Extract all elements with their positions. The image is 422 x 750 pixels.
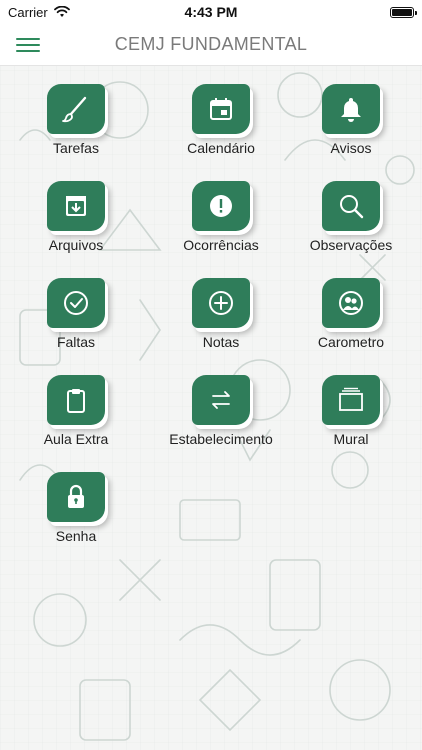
menu-tile-ocorrencias[interactable]: Ocorrências	[141, 163, 301, 253]
wifi-icon	[53, 6, 70, 17]
menu-tile-avisos[interactable]: Avisos	[281, 66, 421, 156]
menu-tile-label: Notas	[202, 334, 240, 350]
archive-icon[interactable]	[47, 181, 105, 231]
menu-tile-label: Calendário	[187, 140, 255, 156]
stacked-cards-icon[interactable]	[322, 375, 380, 425]
bell-icon[interactable]	[322, 84, 380, 134]
swap-arrows-icon[interactable]	[192, 375, 250, 425]
menu-tile-arquivos[interactable]: Arquivos	[31, 163, 121, 253]
menu-tile-estabelecimento[interactable]: Estabelecimento	[141, 357, 301, 447]
menu-tile-label: Faltas	[56, 334, 96, 350]
menu-tile-label: Mural	[333, 431, 369, 447]
menu-tile-aula-extra[interactable]: Aula Extra	[31, 357, 121, 447]
people-icon[interactable]	[322, 278, 380, 328]
menu-tile-carometro[interactable]: Carometro	[281, 260, 421, 350]
menu-tile-tarefas[interactable]: Tarefas	[31, 66, 121, 156]
lock-icon[interactable]	[47, 472, 105, 522]
plus-circle-icon[interactable]	[192, 278, 250, 328]
menu-tile-senha[interactable]: Senha	[31, 454, 121, 544]
navigation-bar: CEMJ FUNDAMENTAL	[0, 24, 422, 66]
menu-tile-label: Senha	[55, 528, 97, 544]
clipboard-icon[interactable]	[47, 375, 105, 425]
menu-tile-label: Ocorrências	[183, 237, 259, 253]
check-circle-icon[interactable]	[47, 278, 105, 328]
page-title: CEMJ FUNDAMENTAL	[114, 34, 308, 54]
menu-tile-faltas[interactable]: Faltas	[31, 260, 121, 350]
menu-tile-label: Aula Extra	[43, 431, 109, 447]
alert-icon[interactable]	[192, 181, 250, 231]
menu-tile-notas[interactable]: Notas	[141, 260, 301, 350]
menu-tile-label: Carometro	[317, 334, 385, 350]
calendar-icon[interactable]	[192, 84, 250, 134]
hamburger-menu-icon[interactable]	[16, 35, 40, 55]
battery-icon	[390, 6, 417, 18]
menu-tile-calendario[interactable]: Calendário	[141, 66, 301, 156]
menu-tile-label: Estabelecimento	[169, 431, 273, 447]
paintbrush-icon[interactable]	[47, 84, 105, 134]
menu-tile-label: Arquivos	[48, 237, 104, 253]
menu-tile-label: Tarefas	[53, 140, 99, 156]
carrier-label: Carrier	[8, 4, 48, 20]
menu-tile-label: Avisos	[330, 140, 372, 156]
status-bar: Carrier 4:43 PM	[0, 0, 422, 24]
menu-tile-label: Observações	[309, 237, 393, 253]
menu-tile-observacoes[interactable]: Observações	[281, 163, 421, 253]
menu-tile-mural[interactable]: Mural	[281, 357, 421, 447]
search-icon[interactable]	[322, 181, 380, 231]
